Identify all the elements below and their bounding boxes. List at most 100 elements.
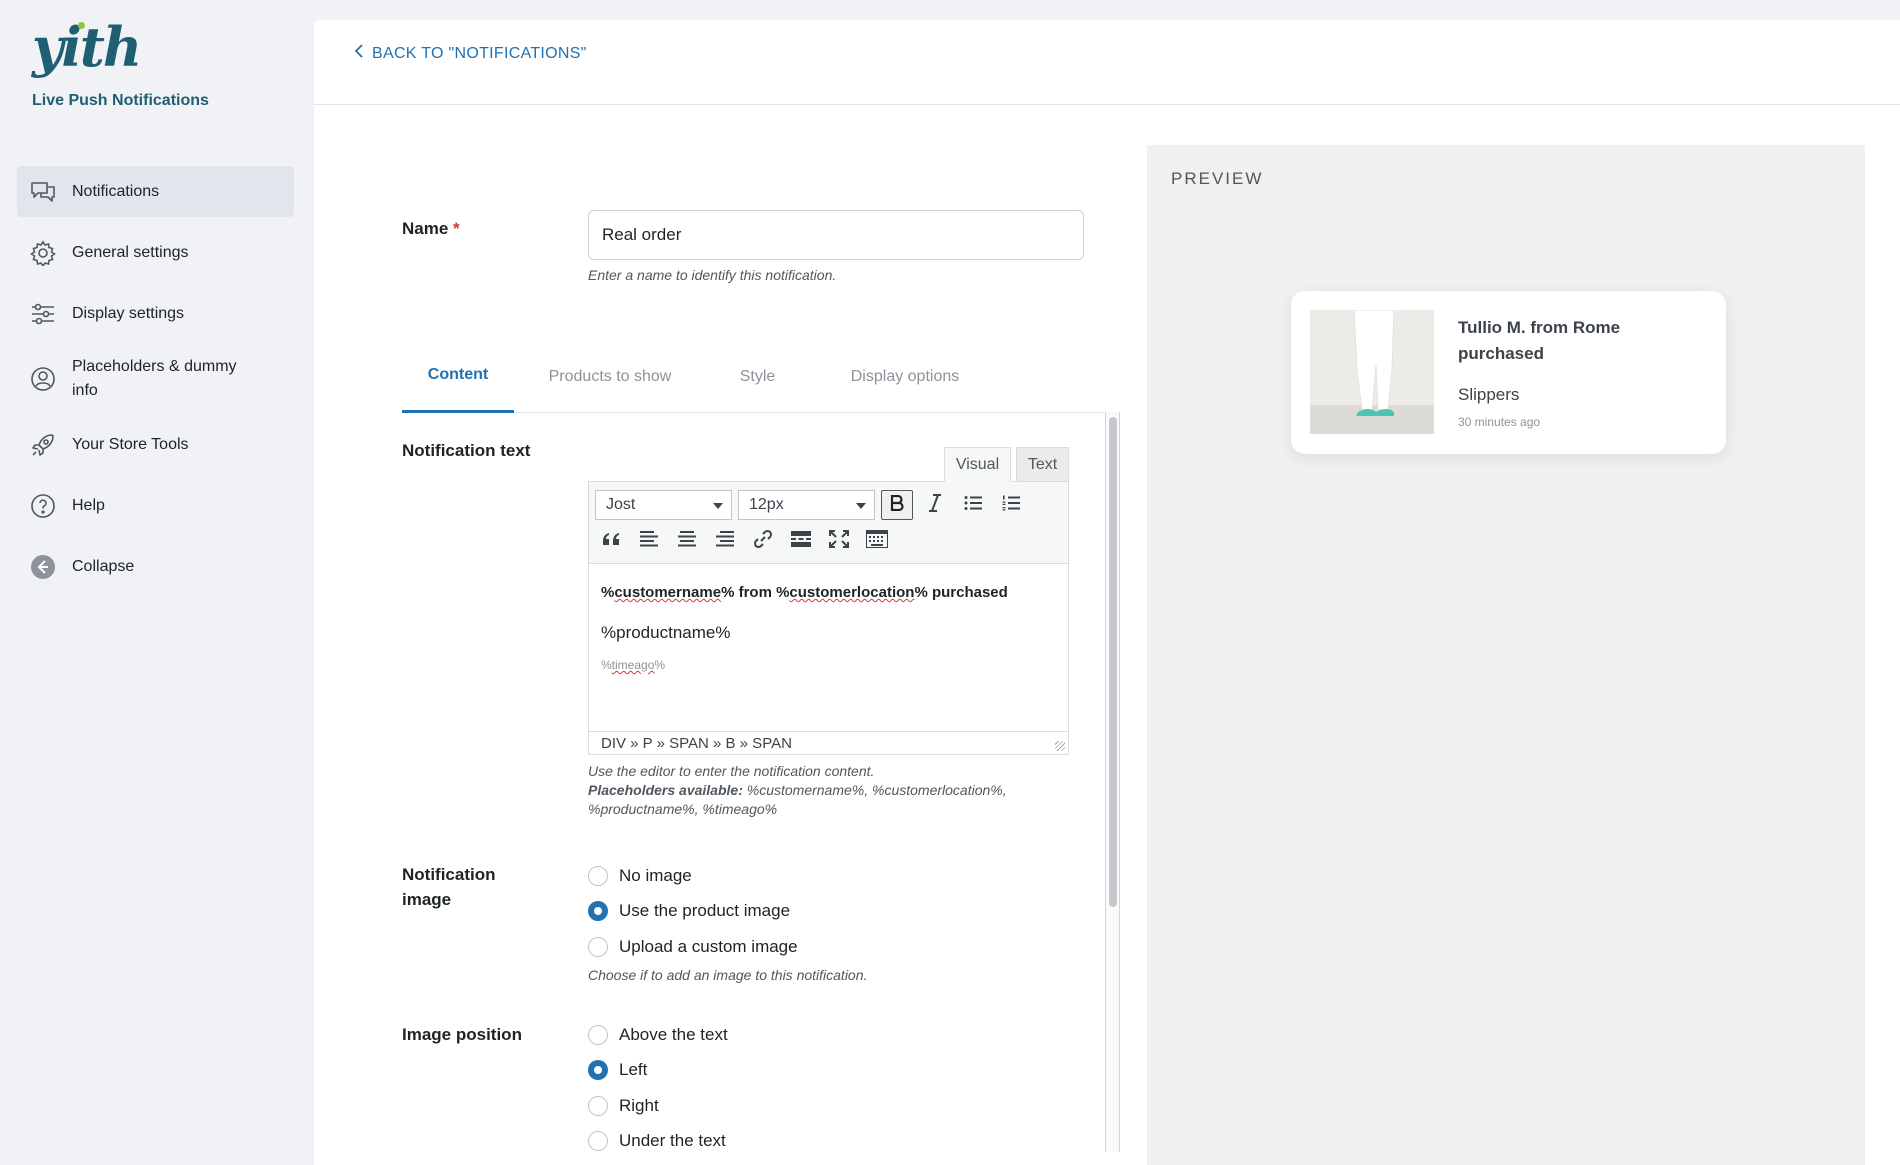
preview-card-title: Tullio M. from Rome purchased [1458, 318, 1621, 363]
rocket-icon [29, 431, 57, 459]
radio-label: Left [619, 1060, 648, 1079]
toolbar-toggle-button[interactable] [861, 526, 893, 556]
insert-link-button[interactable] [747, 526, 779, 556]
italic-icon [928, 493, 942, 517]
sidebar-item-display-settings[interactable]: Display settings [17, 288, 294, 339]
align-left-button[interactable] [633, 526, 665, 556]
align-right-icon [716, 530, 734, 552]
tab-content[interactable]: Content [402, 340, 514, 413]
tab-display-options[interactable]: Display options [820, 340, 990, 413]
keyboard-icon [866, 529, 888, 553]
content-scrollbar[interactable] [1105, 412, 1120, 1152]
sidebar-item-general-settings[interactable]: General settings [17, 227, 294, 278]
blockquote-icon [601, 531, 621, 552]
back-link-label: BACK TO "NOTIFICATIONS" [372, 44, 587, 62]
read-more-icon [791, 530, 811, 552]
text-fragment: % [601, 658, 612, 672]
chat-bubbles-icon [29, 178, 57, 206]
tab-style[interactable]: Style [715, 340, 800, 413]
radio-button[interactable] [588, 866, 608, 886]
preview-card-time: 30 minutes ago [1458, 415, 1541, 429]
product-image [1310, 310, 1434, 434]
sidebar-item-label: Notifications [72, 182, 160, 200]
radio-label: Right [619, 1096, 659, 1115]
chevron-left-icon [354, 44, 364, 63]
radio-button[interactable] [588, 937, 608, 957]
radio-button[interactable] [588, 1025, 608, 1045]
radio-left[interactable]: Left [588, 1056, 647, 1084]
placeholder-token: customername [614, 584, 722, 601]
placeholders-available: Placeholders available: %customername%, … [588, 781, 1078, 819]
sidebar-item-collapse[interactable]: Collapse [17, 541, 294, 592]
sidebar-item-label: Display settings [72, 304, 185, 322]
gear-icon [29, 239, 57, 267]
radio-label: Above the text [619, 1025, 728, 1044]
editor-line-2: %productname% [601, 623, 731, 642]
radio-button-checked[interactable] [588, 1060, 608, 1080]
radio-above-the-text[interactable]: Above the text [588, 1021, 728, 1049]
align-center-icon [678, 530, 696, 552]
align-left-icon [640, 530, 658, 552]
user-circle-icon [29, 365, 57, 393]
sidebar-item-your-store-tools[interactable]: Your Store Tools [17, 419, 294, 470]
radio-under-the-text[interactable]: Under the text [588, 1127, 726, 1155]
text-fragment: % from % [721, 584, 790, 601]
sliders-icon [29, 300, 57, 328]
sidebar-nav: Notifications General settings Display s… [17, 166, 294, 602]
placeholder-token: timeago [611, 658, 655, 672]
editor-path-bar: DIV » P » SPAN » B » SPAN [588, 731, 1069, 755]
radio-right[interactable]: Right [588, 1092, 659, 1120]
editor-tab-visual[interactable]: Visual [944, 447, 1011, 482]
sidebar-item-notifications[interactable]: Notifications [17, 166, 294, 217]
italic-button[interactable] [919, 490, 951, 520]
scrollbar-thumb[interactable] [1109, 417, 1117, 907]
bold-button[interactable] [881, 490, 913, 520]
preview-title: PREVIEW [1171, 169, 1264, 188]
radio-upload-custom-image[interactable]: Upload a custom image [588, 933, 798, 961]
bullet-list-button[interactable] [957, 490, 989, 520]
text-fragment: % purchased [914, 584, 1008, 601]
radio-no-image[interactable]: No image [588, 862, 692, 890]
radio-button[interactable] [588, 1131, 608, 1151]
font-family-select[interactable]: Jost [595, 490, 732, 520]
resize-grip-icon[interactable] [1055, 741, 1065, 751]
bullet-list-icon [964, 495, 982, 516]
notification-image-label: Notification image [402, 865, 496, 909]
blockquote-button[interactable] [595, 526, 627, 556]
font-size-value: 12px [749, 496, 784, 513]
read-more-button[interactable] [785, 526, 817, 556]
fullscreen-button[interactable] [823, 526, 855, 556]
sidebar-item-label: Your Store Tools [72, 435, 189, 453]
editor-tab-text[interactable]: Text [1016, 447, 1069, 482]
required-mark: * [453, 219, 460, 238]
notification-preview-card: Tullio M. from Rome purchased Slippers 3… [1291, 291, 1726, 454]
sidebar-item-label: Placeholders & dummy info [72, 358, 237, 399]
notification-text-label: Notification text [402, 441, 531, 460]
text-fragment: % [601, 584, 615, 601]
tab-products-to-show[interactable]: Products to show [530, 340, 690, 413]
sidebar-item-placeholders[interactable]: Placeholders & dummy info [17, 349, 294, 409]
placeholders-label: Placeholders available: [588, 782, 743, 798]
fullscreen-icon [829, 529, 849, 553]
font-size-select[interactable]: 12px [738, 490, 875, 520]
placeholder-token: customerlocation [789, 584, 915, 601]
align-right-button[interactable] [709, 526, 741, 556]
radio-use-product-image[interactable]: Use the product image [588, 897, 790, 925]
radio-button-checked[interactable] [588, 901, 608, 921]
numbered-list-button[interactable] [995, 490, 1027, 520]
radio-button[interactable] [588, 1096, 608, 1116]
collapse-arrow-icon [29, 553, 57, 581]
editor-line-1: %customername% from %customerlocation% p… [601, 584, 1056, 601]
settings-tabs: Content Products to show Style Display o… [402, 340, 1120, 413]
element-path: DIV » P » SPAN » B » SPAN [601, 734, 792, 752]
yith-logo[interactable]: yith [32, 20, 142, 74]
notification-text-editor[interactable]: %customername% from %customerlocation% p… [588, 564, 1069, 732]
name-input[interactable] [588, 210, 1084, 260]
back-to-notifications-link[interactable]: BACK TO "NOTIFICATIONS" [354, 44, 587, 63]
sidebar-item-help[interactable]: Help [17, 480, 294, 531]
sidebar-item-label: Collapse [72, 557, 135, 575]
name-label-text: Name [402, 219, 449, 238]
align-center-button[interactable] [671, 526, 703, 556]
editor-toolbar: Jost 12px [588, 481, 1069, 564]
radio-label: Use the product image [619, 901, 791, 920]
